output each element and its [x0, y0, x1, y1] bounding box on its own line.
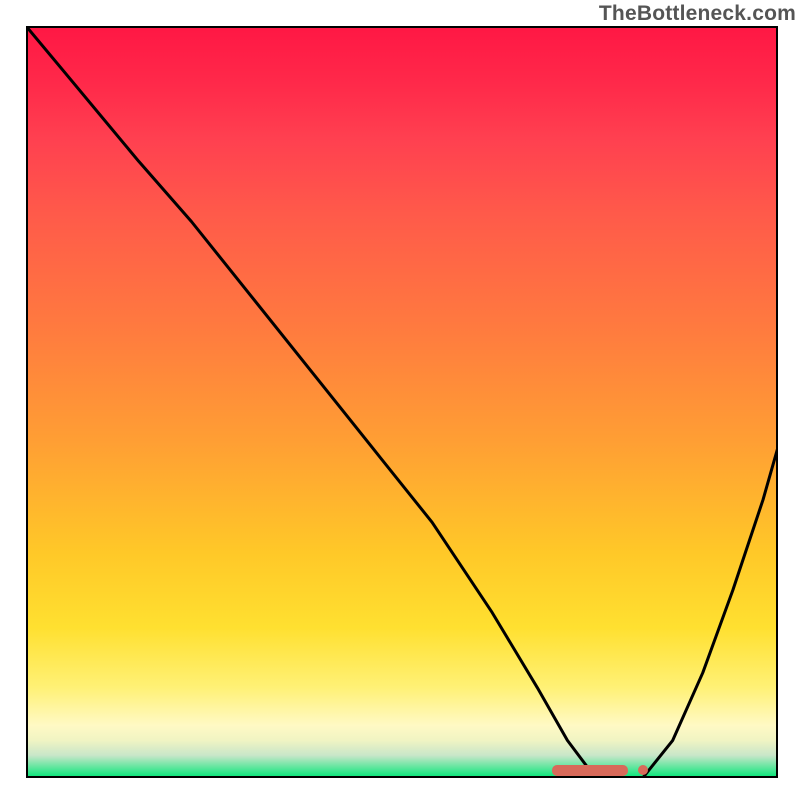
watermark-text: TheBottleneck.com	[599, 2, 796, 26]
optimal-range-marker	[552, 765, 627, 776]
plot-background-gradient	[26, 26, 778, 778]
chart-container: TheBottleneck.com	[0, 0, 800, 800]
